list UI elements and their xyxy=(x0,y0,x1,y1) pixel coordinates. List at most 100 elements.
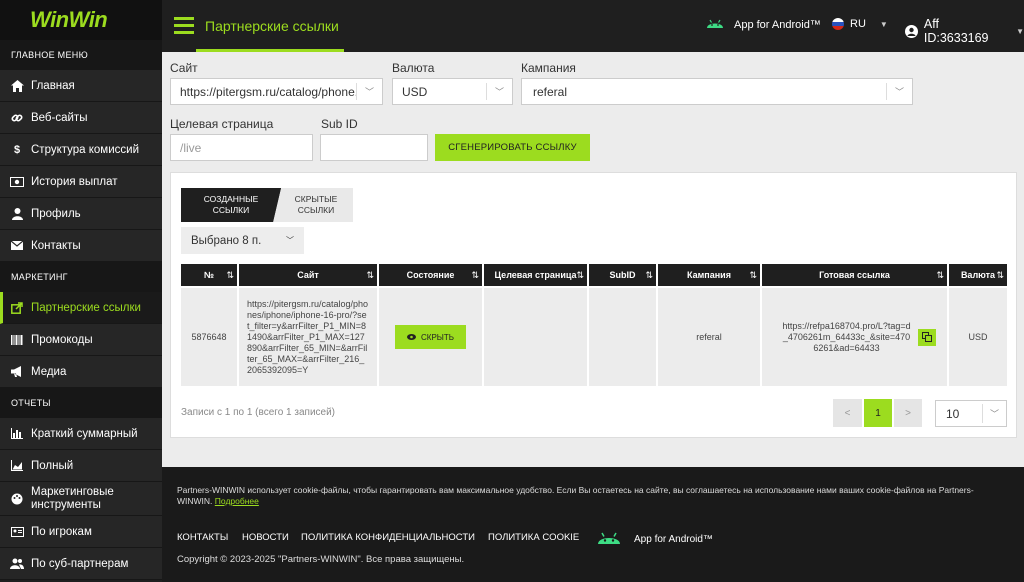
chevron-down-icon: ﹀ xyxy=(886,83,912,100)
sidebar-item-commissions[interactable]: $ Структура комиссий xyxy=(0,134,162,166)
footer-android-link[interactable]: App for Android™ xyxy=(598,531,713,547)
sort-icon[interactable]: ⇅ xyxy=(749,270,757,281)
sidebar-item-home[interactable]: Главная xyxy=(0,70,162,102)
user-menu[interactable]: Aff ID:3633169 ▼ xyxy=(905,17,1024,45)
table-header: № ⇅ Сайт ⇅ Состояние ⇅ Целевая страница ⇅ Su… xyxy=(181,264,1007,286)
sidebar-item-label: Контакты xyxy=(31,239,81,252)
copy-icon[interactable] xyxy=(917,328,936,346)
sort-icon[interactable]: ⇅ xyxy=(366,270,374,281)
generate-link-button[interactable]: СГЕНЕРИРОВАТЬ ССЫЛКУ xyxy=(435,134,590,161)
column-header[interactable]: Готовая ссылка ⇅ xyxy=(762,264,949,286)
sidebar-item-label: Полный xyxy=(31,459,74,472)
sidebar-header-reports: ОТЧЕТЫ xyxy=(0,388,162,418)
sidebar-item-promocodes[interactable]: Промокоды xyxy=(0,324,162,356)
column-header[interactable]: Состояние ⇅ xyxy=(379,264,484,286)
title-underline xyxy=(196,49,344,52)
per-page-select[interactable]: 10 ﹀ xyxy=(935,400,1007,427)
pagination-prev[interactable]: < xyxy=(833,399,862,427)
sidebar-item-media[interactable]: Медиа xyxy=(0,356,162,388)
subid-label: Sub ID xyxy=(321,117,358,131)
sidebar-header-marketing: МАРКЕТИНГ xyxy=(0,262,162,292)
currency-label: Валюта xyxy=(392,61,435,75)
user-icon xyxy=(10,207,24,221)
sidebar-item-label: По суб-партнерам xyxy=(31,557,129,570)
hide-button[interactable]: СКРЫТЬ xyxy=(395,325,466,349)
currency-select[interactable]: USD ﹀ xyxy=(392,78,513,105)
links-card: СОЗДАННЫЕ ССЫЛКИ СКРЫТЫЕ ССЫЛКИ Выбрано … xyxy=(170,172,1017,438)
column-header[interactable]: Кампания ⇅ xyxy=(658,264,762,286)
cell-ready-link: https://refpa168704.pro/L?tag=d_4706261m… xyxy=(762,288,949,386)
pagination-next[interactable]: > xyxy=(894,399,922,427)
pagination-page-1[interactable]: 1 xyxy=(864,399,892,427)
footer-link-cookie[interactable]: ПОЛИТИКА COOKIE xyxy=(488,532,579,543)
column-select[interactable]: Выбрано 8 п. ﹀ xyxy=(181,227,304,254)
sort-icon[interactable]: ⇅ xyxy=(936,270,944,281)
sidebar-item-by-subpartners[interactable]: По суб-партнерам xyxy=(0,548,162,580)
sidebar-item-contacts[interactable]: Контакты xyxy=(0,230,162,262)
target-page-label: Целевая страница xyxy=(170,117,274,131)
column-header[interactable]: № ⇅ xyxy=(181,264,239,286)
sidebar-item-payouts[interactable]: История выплат xyxy=(0,166,162,198)
sidebar-item-label: Главная xyxy=(31,79,75,92)
records-info: Записи с 1 по 1 (всего 1 записей) xyxy=(181,407,336,418)
russia-flag-icon xyxy=(832,18,844,30)
footer-link-privacy[interactable]: ПОЛИТИКА КОНФИДЕНЦИАЛЬНОСТИ xyxy=(301,532,475,543)
envelope-icon xyxy=(10,239,24,253)
ready-link-text[interactable]: https://refpa168704.pro/L?tag=d_4706261m… xyxy=(782,321,912,354)
link-icon xyxy=(10,111,24,125)
target-page-input[interactable]: /live xyxy=(170,134,313,161)
sort-icon[interactable]: ⇅ xyxy=(226,270,234,281)
language-selector[interactable]: RU ▼ xyxy=(832,18,888,30)
column-header[interactable]: SubID ⇅ xyxy=(589,264,658,286)
money-icon xyxy=(10,175,24,189)
sidebar-item-label: История выплат xyxy=(31,175,118,188)
sidebar-item-full[interactable]: Полный xyxy=(0,450,162,482)
sidebar-item-websites[interactable]: Веб-сайты xyxy=(0,102,162,134)
chevron-down-icon: ﹀ xyxy=(486,83,512,100)
chevron-down-icon: ﹀ xyxy=(286,236,294,245)
currency-select-value: USD xyxy=(402,84,428,99)
cookie-notice: Partners-WINWIN использует cookie-файлы,… xyxy=(177,485,987,507)
campaign-label: Кампания xyxy=(521,61,576,75)
subid-input[interactable] xyxy=(320,134,428,161)
chevron-down-icon: ﹀ xyxy=(982,404,1006,423)
footer-link-news[interactable]: НОВОСТИ xyxy=(242,532,289,543)
users-icon xyxy=(10,557,24,571)
android-icon xyxy=(707,18,723,31)
footer-android-label: App for Android™ xyxy=(634,533,713,545)
column-header[interactable]: Целевая страница ⇅ xyxy=(484,264,589,286)
logo[interactable]: WinWin xyxy=(0,0,162,40)
more-link[interactable]: Подробнее xyxy=(215,496,259,506)
cookie-text: Partners-WINWIN использует cookie-файлы,… xyxy=(177,485,974,506)
android-app-link[interactable]: App for Android™ xyxy=(707,18,821,31)
sidebar-item-label: Медиа xyxy=(31,365,67,378)
campaign-select[interactable]: referal ﹀ xyxy=(521,78,913,105)
column-header[interactable]: Валюта ⇅ xyxy=(949,264,1007,286)
column-header[interactable]: Сайт ⇅ xyxy=(239,264,379,286)
cell-currency: USD xyxy=(949,288,1007,386)
id-card-icon xyxy=(10,525,24,539)
sort-icon[interactable]: ⇅ xyxy=(576,270,584,281)
sidebar-item-partner-links[interactable]: Партнерские ссылки xyxy=(0,292,162,324)
aff-id-label: Aff ID:3633169 xyxy=(923,17,989,45)
copyright: Copyright © 2023-2025 "Partners-WINWIN".… xyxy=(177,554,465,565)
footer: Partners-WINWIN использует cookie-файлы,… xyxy=(162,467,1024,582)
sidebar-item-summary[interactable]: Краткий суммарный xyxy=(0,418,162,450)
table-row: 5876648 https://pitergsm.ru/catalog/phon… xyxy=(181,288,1007,386)
per-page-value: 10 xyxy=(946,406,960,421)
cell-subid xyxy=(589,288,658,386)
hamburger-menu-icon[interactable] xyxy=(174,17,194,34)
site-select[interactable]: https://pitergsm.ru/catalog/phone... ﹀ xyxy=(170,78,383,105)
sidebar-item-label: Промокоды xyxy=(31,333,93,346)
sidebar-item-by-players[interactable]: По игрокам xyxy=(0,516,162,548)
sort-icon[interactable]: ⇅ xyxy=(471,270,479,281)
sort-icon[interactable]: ⇅ xyxy=(996,270,1004,281)
sort-icon[interactable]: ⇅ xyxy=(645,270,653,281)
sidebar-item-profile[interactable]: Профиль xyxy=(0,198,162,230)
tab-created-links[interactable]: СОЗДАННЫЕ ССЫЛКИ xyxy=(181,188,281,222)
footer-link-contacts[interactable]: КОНТАКТЫ xyxy=(177,532,228,543)
page-title: Партнерские ссылки xyxy=(205,18,339,34)
chevron-down-icon: ▼ xyxy=(1016,26,1024,36)
tab-hidden-links[interactable]: СКРЫТЫЕ ССЫЛКИ xyxy=(273,188,353,222)
sidebar-item-marketing-tools[interactable]: Маркетинговые инструменты xyxy=(0,482,162,516)
